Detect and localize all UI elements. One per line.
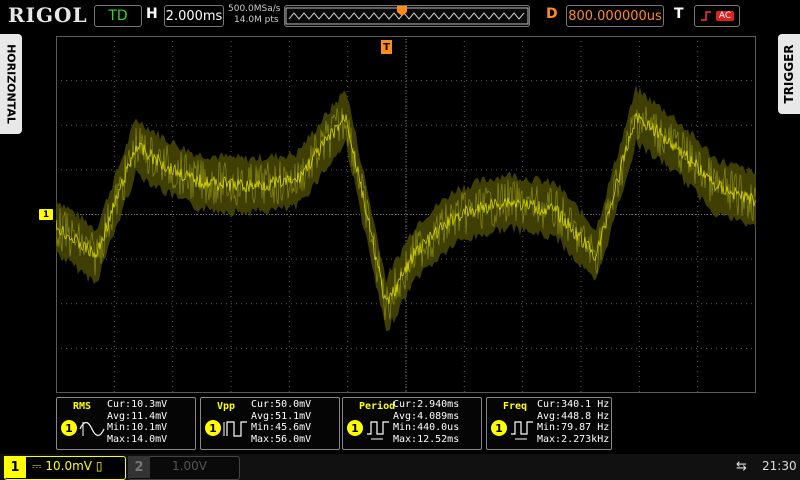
measurement-period[interactable]: Period 1 Cur:2.940ms Avg:4.089ms Min:440.0… (342, 397, 482, 450)
sample-rate: 500.0MSa/s (228, 4, 281, 14)
channel1-scale-value: 10.0mV (45, 459, 93, 473)
channel2-number: 2 (128, 456, 150, 478)
vpp-wave-icon (223, 421, 247, 437)
horizontal-label: H (146, 6, 158, 22)
period-wave-icon (367, 421, 389, 440)
measurement-values: Cur:2.940ms Avg:4.089ms Min:440.0us Max:12.… (393, 399, 460, 445)
channel1-badge: 1 (491, 420, 507, 436)
acquisition-info: 500.0MSa/s 14.0M pts (228, 4, 280, 26)
trigger-position-marker[interactable]: T (381, 40, 392, 54)
trigger-coupling: AC (715, 11, 735, 21)
horizontal-tab-label: HORIZONTAL (4, 44, 18, 124)
trigger-label: T (674, 6, 684, 22)
measurement-values: Cur:10.3mV Avg:11.4mV Min:10.1mV Max:14.0mV (107, 399, 168, 445)
rising-edge-icon (700, 11, 711, 21)
trigger-tab-label: TRIGGER (782, 44, 796, 104)
channel1-number: 1 (4, 456, 26, 478)
run-state-indicator[interactable]: TD (94, 5, 142, 27)
measurement-name: RMS (73, 401, 92, 412)
measurement-rms[interactable]: RMS 1 Cur:10.3mV Avg:11.4mV Min:10.1mV Max:… (56, 397, 196, 450)
memory-map-icon (285, 6, 529, 25)
dc-coupling-icon: ⎓ (32, 459, 46, 473)
trigger-status[interactable]: AC (694, 5, 740, 27)
channel1-offset-marker[interactable]: 1 (39, 209, 53, 220)
freq-wave-icon (511, 421, 533, 440)
measurement-freq[interactable]: Freq 1 Cur:340.1 Hz Avg:448.8 Hz Min:79.87… (486, 397, 612, 450)
memory-depth: 14.0M pts (234, 15, 279, 25)
graticule (56, 36, 756, 393)
channel1-scale: ⎓ 10.0mV ▯ (32, 459, 102, 474)
channel1-badge: 1 (347, 420, 363, 436)
delay-label: D (546, 6, 558, 22)
bandwidth-limit-icon: ▯ (92, 459, 103, 473)
measurement-name: Freq (503, 401, 528, 412)
rms-wave-icon (79, 421, 105, 437)
waveform-display[interactable] (56, 36, 756, 393)
brand-logo: RIGOL (8, 3, 88, 27)
clock: 21:30 (762, 459, 797, 473)
memory-map-bar (284, 5, 530, 27)
timebase-value[interactable]: 2.000ms (164, 5, 224, 27)
channel2-scale: 1.00V (172, 459, 207, 473)
measurement-name: Period (359, 401, 396, 412)
measurement-values: Cur:50.0mV Avg:51.1mV Min:45.6mV Max:56.0mV (251, 399, 312, 445)
usb-icon: ⇆ (736, 459, 747, 474)
measurement-values: Cur:340.1 Hz Avg:448.8 Hz Min:79.87 Hz Max:… (537, 399, 610, 445)
top-status-bar: RIGOL TD H 2.000ms 500.0MSa/s 14.0M pts … (0, 0, 800, 32)
measurement-vpp[interactable]: Vpp 1 Cur:50.0mV Avg:51.1mV Min:45.6mV Max:… (200, 397, 340, 450)
channel1-badge: 1 (205, 420, 221, 436)
channel1-badge: 1 (61, 420, 77, 436)
measurement-name: Vpp (217, 401, 236, 412)
delay-value[interactable]: 800.000000us (566, 5, 664, 27)
